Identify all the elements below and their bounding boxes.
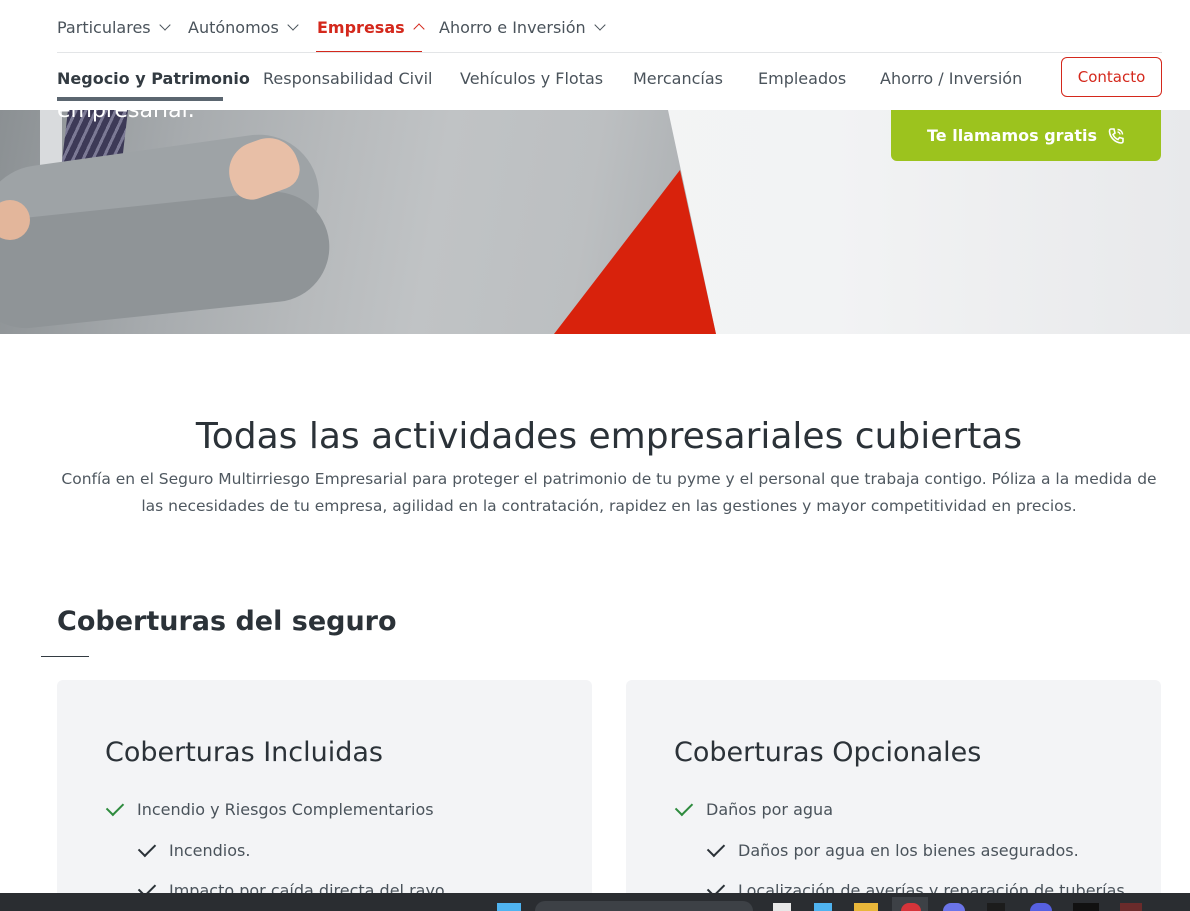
list-item-label: Incendios. bbox=[169, 841, 251, 860]
chevron-down-icon bbox=[594, 18, 606, 31]
nav-label: Empresas bbox=[317, 17, 405, 37]
list-item: Incendio y Riesgos Complementarios bbox=[105, 797, 434, 819]
list-item: Incendios. bbox=[137, 838, 251, 860]
nav-autonomos[interactable]: Autónomos bbox=[188, 16, 299, 38]
nav-label: Ahorro e Inversión bbox=[439, 17, 586, 37]
browser-icon[interactable] bbox=[901, 903, 921, 911]
list-item-label: Incendio y Riesgos Complementarios bbox=[137, 800, 434, 819]
list-item: Daños por agua bbox=[674, 797, 833, 819]
start-menu-icon[interactable] bbox=[497, 903, 521, 911]
app-icon[interactable] bbox=[987, 903, 1005, 911]
chevron-up-icon bbox=[412, 23, 425, 35]
file-explorer-icon[interactable] bbox=[854, 903, 878, 911]
phone-icon bbox=[1108, 127, 1124, 144]
call-me-free-button[interactable]: Te llamamos gratis bbox=[891, 110, 1161, 161]
check-icon bbox=[706, 838, 726, 857]
list-item: Daños por agua en los bienes asegurados. bbox=[706, 838, 1079, 860]
subnav-negocio-patrimonio[interactable]: Negocio y Patrimonio bbox=[57, 69, 250, 88]
sub-navigation: Negocio y Patrimonio Responsabilidad Civ… bbox=[0, 53, 1190, 110]
subnav-vehiculos-flotas[interactable]: Vehículos y Flotas bbox=[460, 69, 603, 88]
subnav-mercancias[interactable]: Mercancías bbox=[633, 69, 723, 88]
subnav-empleados[interactable]: Empleados bbox=[758, 69, 846, 88]
taskbar-search-box[interactable] bbox=[535, 901, 753, 911]
task-view-icon[interactable] bbox=[773, 903, 791, 911]
widgets-icon[interactable] bbox=[814, 903, 832, 911]
nav-label: Particulares bbox=[57, 17, 151, 37]
os-taskbar bbox=[0, 893, 1190, 911]
top-navigation: Particulares Autónomos Empresas Ahorro e… bbox=[0, 0, 1190, 54]
active-subnav-indicator bbox=[57, 97, 223, 101]
app-icon[interactable] bbox=[1073, 903, 1099, 911]
optional-coverage-card: Coberturas Opcionales Daños por agua Dañ… bbox=[626, 680, 1161, 911]
nav-ahorro-inversion[interactable]: Ahorro e Inversión bbox=[439, 16, 606, 38]
chevron-down-icon bbox=[158, 18, 171, 31]
nav-empresas[interactable]: Empresas bbox=[317, 16, 425, 38]
included-coverage-card: Coberturas Incluidas Incendio y Riesgos … bbox=[57, 680, 592, 911]
subnav-ahorro-inversion[interactable]: Ahorro / Inversión bbox=[880, 69, 1022, 88]
coverage-section-title: Coberturas del seguro bbox=[57, 606, 397, 637]
app-icon[interactable] bbox=[943, 903, 965, 911]
list-item-label: Daños por agua en los bienes asegurados. bbox=[738, 841, 1079, 860]
nav-divider bbox=[57, 52, 1162, 53]
page-title: Todas las actividades empresariales cubi… bbox=[195, 416, 1023, 457]
check-icon bbox=[674, 797, 694, 816]
subnav-responsabilidad-civil[interactable]: Responsabilidad Civil bbox=[263, 69, 432, 88]
list-item-label: Daños por agua bbox=[706, 800, 833, 819]
app-icon[interactable] bbox=[1120, 903, 1142, 911]
check-icon bbox=[105, 797, 125, 816]
call-button-label: Te llamamos gratis bbox=[927, 126, 1097, 145]
app-icon[interactable] bbox=[1030, 903, 1052, 911]
check-icon bbox=[137, 838, 157, 857]
nav-particulares[interactable]: Particulares bbox=[57, 16, 171, 38]
card-title: Coberturas Opcionales bbox=[674, 737, 982, 768]
chevron-down-icon bbox=[287, 18, 299, 31]
intro-paragraph: Confía en el Seguro Multirriesgo Empresa… bbox=[61, 470, 1157, 515]
nav-label: Autónomos bbox=[188, 17, 279, 37]
hero-text-partial: empresarial. bbox=[57, 110, 195, 123]
card-title: Coberturas Incluidas bbox=[105, 737, 384, 768]
contact-button[interactable]: Contacto bbox=[1061, 57, 1162, 97]
section-rule bbox=[41, 656, 89, 657]
